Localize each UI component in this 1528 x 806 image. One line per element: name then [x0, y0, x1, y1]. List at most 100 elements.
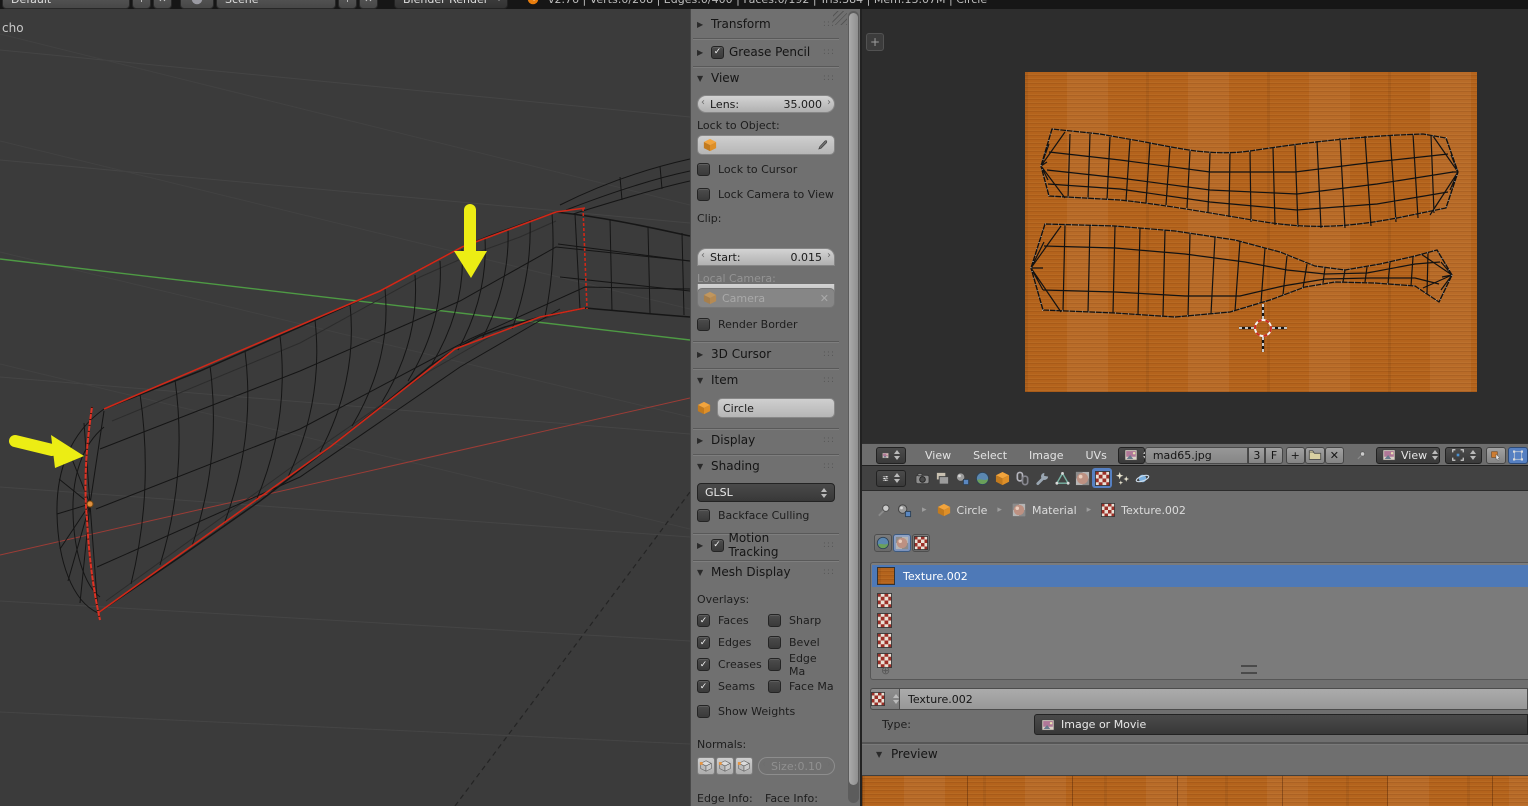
image-datablock-browse-button[interactable] [1118, 447, 1145, 464]
users-count-button[interactable]: 3 [1248, 447, 1265, 464]
panel-grip-icon[interactable]: ::: [823, 73, 835, 83]
delete-scene-button[interactable]: ✕ [359, 0, 378, 9]
render-engine-dropdown[interactable]: Blender Render [394, 0, 508, 9]
viewport-3d[interactable]: cho [0, 9, 690, 806]
pin-id-button[interactable] [876, 503, 891, 518]
viewport-canvas[interactable] [0, 9, 690, 806]
stock-mesh-wireframe[interactable] [57, 159, 690, 620]
other-texture-context-button[interactable] [912, 534, 930, 552]
tab-render[interactable] [912, 468, 932, 488]
grease-pencil-panel-header[interactable]: ▶✓Grease Pencil::: [697, 44, 835, 60]
increment-icon[interactable]: › [827, 97, 831, 108]
pin-button[interactable] [1352, 447, 1370, 464]
editor-type-button[interactable] [876, 447, 906, 464]
panel-corner-grip[interactable] [833, 11, 847, 25]
motion-tracking-checkbox[interactable]: ✓ [711, 539, 724, 552]
grease-pencil-checkbox[interactable]: ✓ [711, 46, 724, 59]
menu-select[interactable]: Select [962, 449, 1018, 462]
sharp-checkbox[interactable] [768, 614, 781, 627]
tab-constraints[interactable] [1012, 468, 1032, 488]
loose-edge-normals-toggle[interactable] [716, 757, 734, 775]
increment-icon[interactable]: › [827, 759, 831, 770]
menu-view[interactable]: View [914, 449, 962, 462]
lens-slider[interactable]: ‹Lens:35.000› [697, 95, 835, 113]
increment-icon[interactable]: › [827, 250, 831, 261]
texture-slot-row-selected[interactable]: Texture.002 [872, 565, 1528, 587]
scrollbar-thumb[interactable] [849, 13, 858, 785]
open-image-button[interactable] [1305, 447, 1325, 464]
panel-grip-icon[interactable]: ::: [823, 375, 835, 385]
menu-image[interactable]: Image [1018, 449, 1074, 462]
editor-divider[interactable] [860, 9, 862, 806]
tab-physics[interactable] [1132, 468, 1152, 488]
tab-scene[interactable] [952, 468, 972, 488]
eyedropper-icon[interactable] [815, 138, 829, 152]
shading-panel-header[interactable]: ▼Shading::: [697, 458, 835, 474]
image-name-field[interactable]: mad65.jpg [1145, 447, 1248, 464]
editor-type-button[interactable] [876, 470, 906, 487]
decrement-icon[interactable]: ‹ [701, 97, 705, 108]
vertex-normals-toggle[interactable] [697, 757, 715, 775]
world-texture-context-button[interactable] [874, 534, 892, 552]
render-border-checkbox[interactable] [697, 318, 710, 331]
tab-render-layers[interactable] [932, 468, 952, 488]
texture-slot-row[interactable] [877, 633, 892, 648]
transform-panel-header[interactable]: ▶Transform::: [697, 16, 835, 32]
normals-size-slider[interactable]: ‹Size:0.10› [758, 757, 835, 775]
tab-modifiers[interactable] [1032, 468, 1052, 488]
texture-slot-row[interactable] [877, 593, 892, 608]
scene-browse-button[interactable] [180, 0, 214, 9]
texture-name-field[interactable]: Texture.002 [900, 688, 1528, 710]
screen-layout-field[interactable]: Default [2, 0, 130, 9]
face-normals-toggle[interactable] [735, 757, 753, 775]
show-weights-checkbox[interactable] [697, 705, 710, 718]
seams-checkbox[interactable]: ✓ [697, 680, 710, 693]
display-panel-header[interactable]: ▶Display::: [697, 432, 835, 448]
panel-grip-icon[interactable]: ::: [823, 540, 835, 550]
panel-grip-icon[interactable]: ::: [823, 349, 835, 359]
item-panel-header[interactable]: ▼Item::: [697, 372, 835, 388]
display-channels-dropdown[interactable]: View [1376, 447, 1440, 464]
decrement-icon[interactable]: ‹ [701, 250, 705, 261]
tab-object-data[interactable] [1052, 468, 1072, 488]
motion-tracking-panel-header[interactable]: ▶✓Motion Tracking::: [697, 537, 835, 553]
edges-checkbox[interactable]: ✓ [697, 636, 710, 649]
item-name-field[interactable]: Circle [717, 398, 835, 418]
breadcrumb-object[interactable]: Circle [957, 504, 988, 517]
tab-object[interactable] [992, 468, 1012, 488]
face-mark-checkbox[interactable] [768, 680, 781, 693]
lock-object-field[interactable] [697, 135, 835, 155]
tab-particles[interactable] [1112, 468, 1132, 488]
faces-checkbox[interactable]: ✓ [697, 614, 710, 627]
lock-camera-checkbox[interactable] [697, 188, 710, 201]
uv-image-editor[interactable]: + [862, 9, 1528, 465]
panel-grip-icon[interactable]: ::: [823, 461, 835, 471]
edge-mark-checkbox[interactable] [768, 658, 781, 671]
view-panel-header[interactable]: ▼View::: [697, 70, 835, 86]
add-slot-icon[interactable]: ⊕ [881, 664, 890, 677]
texture-browse-button[interactable] [870, 688, 900, 710]
decrement-icon[interactable]: ‹ [762, 759, 766, 770]
local-camera-field[interactable]: Camera✕ [697, 288, 835, 308]
new-image-button[interactable]: + [1286, 447, 1305, 464]
panel-scrollbar[interactable] [848, 11, 859, 803]
pivot-dropdown[interactable] [1445, 447, 1482, 464]
tab-world[interactable] [972, 468, 992, 488]
panel-grip-icon[interactable]: ::: [823, 435, 835, 445]
panel-grip-icon[interactable]: ::: [823, 567, 835, 577]
vertex-select-mode-button[interactable] [1508, 447, 1528, 464]
add-scene-button[interactable]: + [338, 0, 357, 9]
breadcrumb-texture[interactable]: Texture.002 [1121, 504, 1186, 517]
delete-layout-button[interactable]: ✕ [153, 0, 172, 9]
toolshelf-expand-button[interactable]: + [866, 33, 884, 51]
unlink-image-button[interactable]: ✕ [1325, 447, 1344, 464]
menu-uvs[interactable]: UVs [1075, 449, 1118, 462]
add-layout-button[interactable]: + [132, 0, 151, 9]
fake-user-button[interactable]: F [1265, 447, 1282, 464]
lock-to-cursor-checkbox[interactable] [697, 163, 710, 176]
uv-islands-wireframe[interactable] [1031, 129, 1458, 317]
editor-divider[interactable] [862, 465, 1528, 466]
breadcrumb-material[interactable]: Material [1032, 504, 1077, 517]
texture-slot-row[interactable] [877, 613, 892, 628]
material-texture-context-button[interactable] [893, 534, 911, 552]
